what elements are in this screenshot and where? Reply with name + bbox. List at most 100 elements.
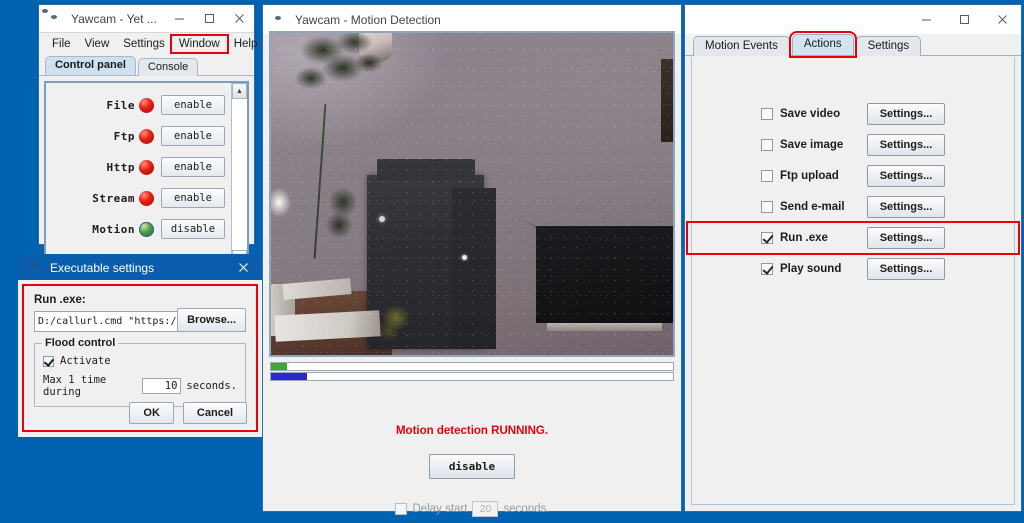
tab-console[interactable]: Console (137, 58, 199, 76)
activate-checkbox[interactable] (43, 355, 54, 367)
close-icon[interactable] (224, 5, 254, 32)
globe-icon (27, 260, 43, 276)
motion-bars (270, 362, 674, 381)
control-row-ftp: Ftp enable (46, 121, 231, 151)
status-led-http (139, 159, 154, 175)
run-exe-label: Run .exe: (34, 294, 86, 306)
status-led-file (139, 97, 154, 113)
ftp-upload-settings-button[interactable]: Settings... (867, 165, 945, 187)
flood-seconds-input[interactable]: 10 (142, 378, 182, 394)
exe-dialog-title: Executable settings (50, 260, 155, 275)
menu-item-help[interactable]: Help (227, 36, 265, 52)
enable-button-http[interactable]: enable (161, 157, 225, 177)
close-icon[interactable] (983, 5, 1021, 34)
maximize-icon[interactable] (945, 5, 983, 34)
delay-start-row: Delay start 20 seconds. (263, 501, 681, 517)
control-row-motion: Motion disable (46, 214, 231, 244)
motion-status-text: Motion detection RUNNING. (395, 425, 549, 437)
actions-titlebar (685, 5, 1021, 34)
save-image-label: Save image (780, 139, 844, 151)
run-exe-checkbox[interactable] (761, 232, 773, 244)
send-email-checkbox[interactable] (761, 201, 773, 213)
webcam-video-view (269, 31, 675, 357)
motion-detection-actions-panel: Motion Events Actions Settings Save vide… (684, 4, 1022, 512)
menu-item-view[interactable]: View (78, 36, 117, 52)
maximize-icon[interactable] (194, 5, 224, 32)
control-label-file: File (106, 98, 135, 112)
control-row-http: Http enable (46, 152, 231, 182)
flood-suffix-label: seconds. (186, 380, 237, 392)
tab-motion-events[interactable]: Motion Events (693, 36, 790, 56)
exe-dialog-buttons: OK Cancel (129, 402, 247, 424)
motion-detection-window: Yawcam - Motion Detection Motion detecti… (262, 4, 682, 517)
control-panel-scrollbar[interactable]: ▲ ▼ (231, 83, 247, 266)
control-row-stream: Stream enable (46, 183, 231, 213)
control-label-ftp: Ftp (113, 129, 135, 143)
minimize-icon[interactable] (907, 5, 945, 34)
control-label-motion: Motion (92, 222, 135, 236)
control-label-http: Http (106, 160, 135, 174)
delay-start-checkbox[interactable] (394, 503, 407, 515)
exe-dialog-titlebar: Executable settings (18, 255, 262, 280)
status-led-ftp (139, 128, 154, 144)
control-panel-body: File enable Ftp enable Http enable Strea… (44, 81, 249, 268)
motion-titlebar: Yawcam - Motion Detection (263, 5, 681, 34)
save-image-checkbox[interactable] (761, 139, 773, 151)
yawcam-tabstrip: Control panel Console (39, 55, 254, 76)
control-label-stream: Stream (92, 191, 135, 205)
exe-dialog-body: Run .exe: D:/callurl.cmd "https://www.pu… (22, 284, 258, 432)
flood-prefix-label: Max 1 time during (43, 374, 107, 398)
control-panel-list: File enable Ftp enable Http enable Strea… (46, 83, 231, 266)
yawcam-menubar: File View Settings Window Help (39, 33, 257, 55)
globe-icon (272, 12, 288, 28)
tab-control-panel[interactable]: Control panel (45, 56, 136, 75)
activate-label: Activate (60, 355, 111, 367)
play-sound-settings-button[interactable]: Settings... (867, 258, 945, 280)
enable-button-stream[interactable]: enable (161, 188, 225, 208)
menu-item-window[interactable]: Window (169, 34, 229, 54)
ftp-upload-checkbox[interactable] (761, 170, 773, 182)
flood-control-group: Flood control Activate Max 1 time during… (34, 337, 246, 407)
minimize-icon[interactable] (164, 5, 194, 32)
menu-item-settings[interactable]: Settings (116, 36, 172, 52)
status-led-stream (139, 190, 154, 206)
status-led-motion (139, 221, 154, 237)
tab-settings[interactable]: Settings (855, 36, 922, 56)
action-row-send-email: Send e-mail Settings... (692, 196, 1014, 218)
activate-checkbox-row[interactable]: Activate (43, 355, 237, 367)
play-sound-checkbox[interactable] (761, 263, 773, 275)
browse-button[interactable]: Browse... (177, 308, 246, 332)
enable-button-file[interactable]: enable (161, 95, 225, 115)
save-video-checkbox[interactable] (761, 108, 773, 120)
cancel-button[interactable]: Cancel (182, 402, 247, 424)
ok-button[interactable]: OK (129, 402, 174, 424)
delay-start-input[interactable]: 20 (472, 501, 499, 517)
ftp-upload-label: Ftp upload (780, 170, 839, 182)
send-email-settings-button[interactable]: Settings... (867, 196, 945, 218)
disable-button-motion[interactable]: disable (161, 219, 225, 239)
enable-button-ftp[interactable]: enable (161, 126, 225, 146)
run-exe-settings-button[interactable]: Settings... (867, 227, 945, 249)
threshold-bar (270, 372, 674, 381)
action-row-run-exe: Run .exe Settings... (686, 221, 1020, 255)
motion-level-bar (270, 362, 674, 371)
scroll-up-icon[interactable]: ▲ (232, 83, 247, 99)
executable-settings-dialog: Executable settings Run .exe: D:/callurl… (17, 254, 263, 438)
yawcam-window-title: Yawcam - Yet ... (71, 11, 157, 26)
save-video-settings-button[interactable]: Settings... (867, 103, 945, 125)
save-image-settings-button[interactable]: Settings... (867, 134, 945, 156)
webcam-image (271, 33, 673, 355)
action-row-ftp-upload: Ftp upload Settings... (692, 165, 1014, 187)
tab-actions[interactable]: Actions (788, 31, 857, 58)
motion-disable-button[interactable]: disable (428, 454, 516, 479)
delay-start-label: Delay start (412, 503, 468, 515)
run-exe-label: Run .exe (780, 232, 828, 244)
globe-icon (48, 11, 64, 27)
close-icon[interactable] (224, 255, 262, 280)
flood-control-title: Flood control (42, 337, 119, 349)
motion-window-title: Yawcam - Motion Detection (295, 12, 441, 27)
motion-disable-wrap: disable (263, 454, 681, 479)
menu-item-file[interactable]: File (45, 36, 78, 52)
action-row-play-sound: Play sound Settings... (692, 258, 1014, 280)
yawcam-titlebar: Yawcam - Yet ... (39, 5, 254, 33)
